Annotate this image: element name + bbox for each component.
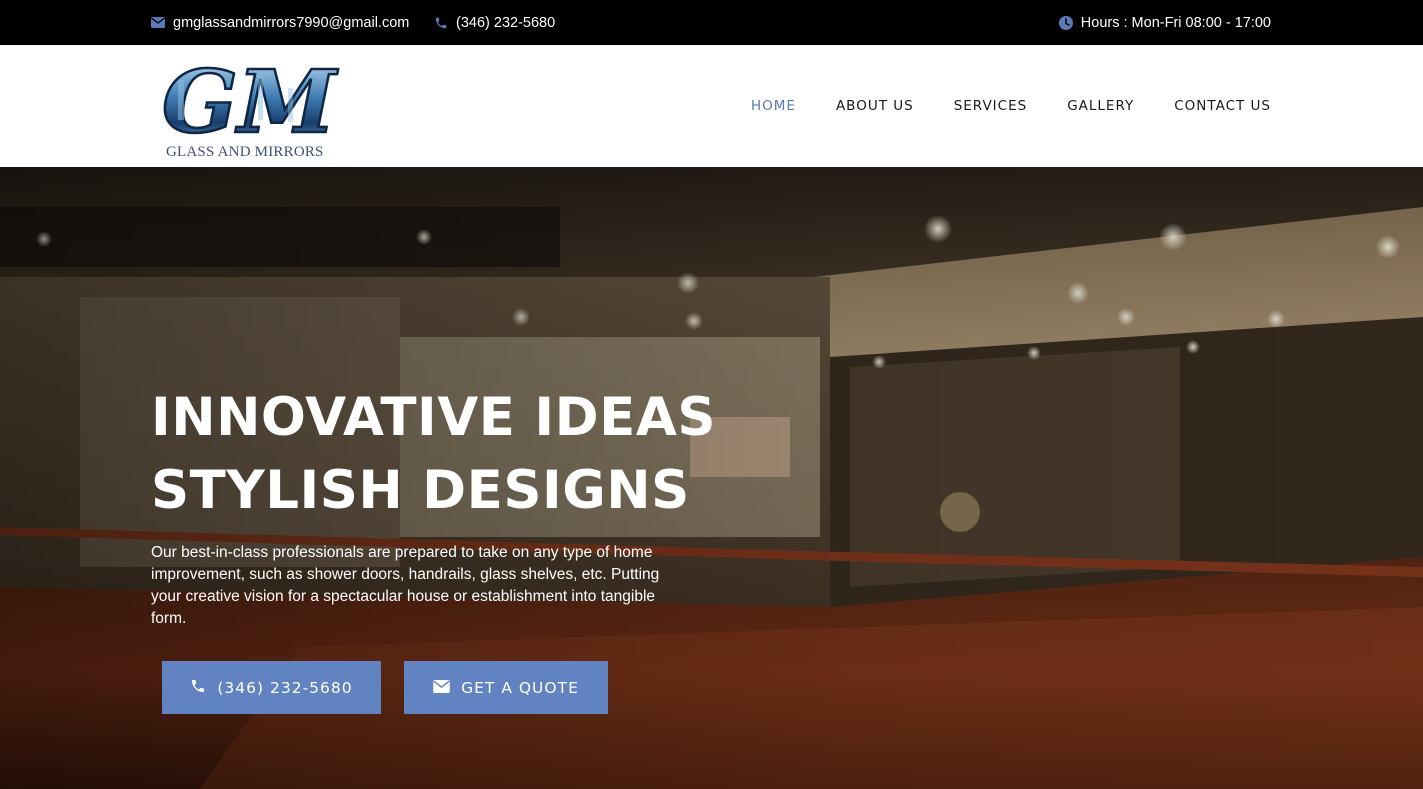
nav-home[interactable]: HOME [751,98,796,114]
call-button-label[interactable]: (346) 232-5680 [217,679,352,697]
topbar-phone-text[interactable]: (346) 232-5680 [456,15,555,31]
clock-icon [1058,15,1073,30]
site-header: GM GLASS AND MIRRORS HOME ABOUT US SERVI… [0,45,1423,167]
envelope-icon [433,679,450,697]
topbar-email-text[interactable]: gmglassandmirrors7990@gmail.com [173,15,409,31]
hero-heading-line-2: STYLISH DESIGNS [151,460,690,521]
get-quote-button-label[interactable]: GET A QUOTE [461,679,579,697]
topbar-hours: Hours : Mon-Fri 08:00 - 17:00 [1058,0,1271,45]
main-nav: HOME ABOUT US SERVICES GALLERY CONTACT U… [751,45,1271,167]
topbar-phone[interactable]: (346) 232-5680 [434,0,555,45]
hero-heading: INNOVATIVE IDEAS STYLISH DESIGNS [151,381,716,527]
hero-heading-line-1: INNOVATIVE IDEAS [151,387,717,448]
svg-text:GM: GM [162,52,339,153]
nav-contact-us[interactable]: CONTACT US [1174,98,1271,114]
phone-icon [434,16,448,30]
phone-icon [190,678,206,698]
call-button[interactable]: (346) 232-5680 [162,661,381,714]
nav-gallery[interactable]: GALLERY [1067,98,1134,114]
hero-description: Our best-in-class professionals are prep… [151,544,660,627]
topbar-hours-text: Hours : Mon-Fri 08:00 - 17:00 [1080,14,1271,31]
topbar-email[interactable]: gmglassandmirrors7990@gmail.com [151,0,409,45]
logo-tagline: GLASS AND MIRRORS [166,144,324,160]
hero-section: INNOVATIVE IDEAS STYLISH DESIGNS Our bes… [0,167,1423,789]
get-quote-button[interactable]: GET A QUOTE [404,661,608,714]
top-bar: gmglassandmirrors7990@gmail.com (346) 23… [0,0,1423,45]
envelope-icon [151,17,165,28]
nav-services[interactable]: SERVICES [954,98,1027,114]
nav-about-us[interactable]: ABOUT US [836,98,914,114]
